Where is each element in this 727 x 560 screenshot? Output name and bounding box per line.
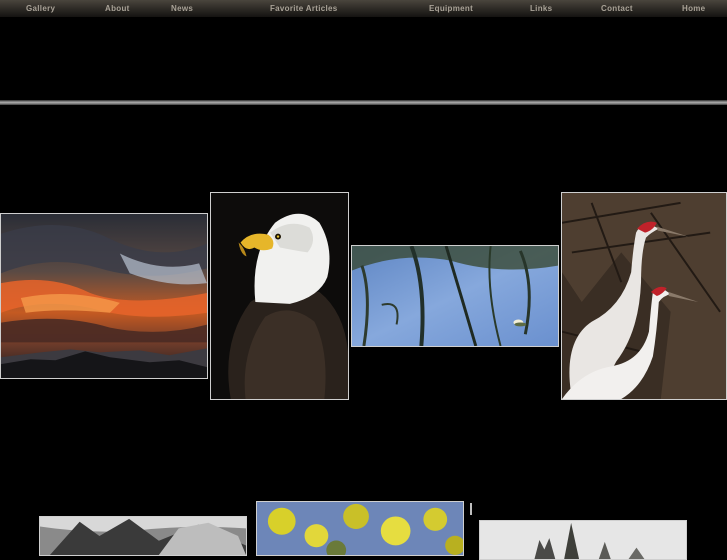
photo-bald-eagle[interactable] (210, 192, 349, 400)
nav-link-equipment[interactable]: Equipment (429, 2, 473, 16)
nav-link-news[interactable]: News (171, 2, 193, 16)
photo-bw-landscape[interactable] (39, 516, 247, 556)
photo-sandhill-cranes[interactable] (561, 192, 727, 400)
nav-link-gallery[interactable]: Gallery (26, 2, 55, 16)
nav-link-home[interactable]: Home (682, 2, 705, 16)
eagle-image (211, 193, 348, 399)
photo-water-reflection[interactable] (351, 245, 559, 347)
photo-snowy-trees[interactable] (479, 520, 687, 560)
photo-sunset-mountains[interactable] (0, 213, 208, 379)
cranes-image (562, 193, 726, 399)
nav-link-about[interactable]: About (105, 2, 130, 16)
sunset-image (1, 214, 207, 378)
top-nav-bar: Gallery About News Favorite Articles Equ… (0, 0, 727, 17)
snowy-trees-image (480, 521, 686, 559)
nav-link-favorite-articles[interactable]: Favorite Articles (270, 2, 338, 16)
header-divider (0, 100, 727, 105)
foliage-image (257, 502, 463, 555)
scroll-marker (470, 503, 472, 515)
nav-link-contact[interactable]: Contact (601, 2, 633, 16)
water-reflection-image (352, 246, 558, 346)
nav-link-links[interactable]: Links (530, 2, 552, 16)
photo-yellow-foliage[interactable] (256, 501, 464, 556)
bw-landscape-image (40, 517, 246, 555)
